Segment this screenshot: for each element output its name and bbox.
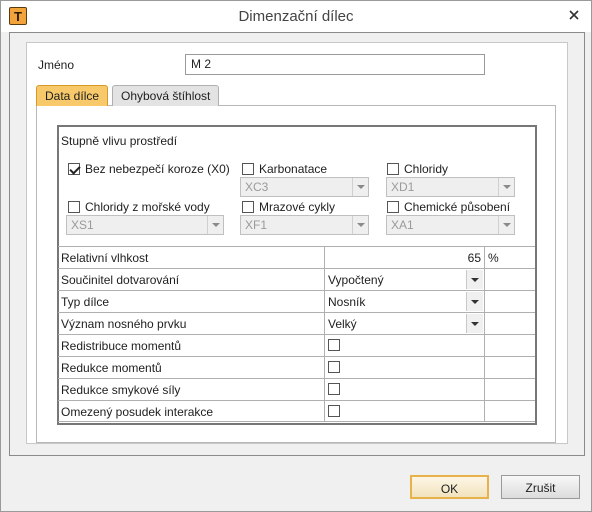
checkbox-karbonatace[interactable] [242, 163, 254, 175]
env-karbonatace[interactable]: Karbonatace [242, 162, 327, 176]
importance-select[interactable]: Velký [328, 317, 357, 331]
chevron-down-icon[interactable] [466, 314, 483, 333]
row-typ-dilce: Typ dílce Nosník [58, 290, 535, 312]
creep-label: Součinitel dotvarování [61, 273, 180, 287]
select-chemicke[interactable]: XA1 [386, 215, 515, 235]
chevron-down-icon [207, 216, 223, 234]
environment-group-title: Stupně vlivu prostředí [61, 134, 178, 148]
env-mrazove-cykly[interactable]: Mrazové cykly [242, 200, 335, 214]
select-mrazove-cykly[interactable]: XF1 [240, 215, 369, 235]
moment-reduction-label: Redukce momentů [61, 361, 162, 375]
row-soucinitel-dotvarovani: Součinitel dotvarování Vypočtený [58, 268, 535, 290]
env-karbonatace-label: Karbonatace [259, 162, 328, 176]
row-redukce-smykove-sily: Redukce smykové síly [58, 378, 535, 400]
checkbox-omezeny-posudek[interactable] [328, 405, 340, 417]
select-morska-voda[interactable]: XS1 [66, 215, 224, 235]
name-label: Jméno [38, 58, 75, 72]
chevron-down-icon[interactable] [466, 292, 483, 311]
creep-select[interactable]: Vypočtený [328, 273, 384, 287]
chevron-down-icon [498, 178, 514, 196]
select-chloridy-value: XD1 [391, 180, 415, 194]
chevron-down-icon [498, 216, 514, 234]
chevron-down-icon[interactable] [466, 270, 483, 289]
tab-ohybova-stihlost[interactable]: Ohybová štíhlost [112, 85, 220, 106]
row-redistribuce-momentu: Redistribuce momentů [58, 334, 535, 356]
checkbox-morska-voda[interactable] [68, 201, 80, 213]
checkbox-redistribuce[interactable] [328, 339, 340, 351]
cancel-button[interactable]: Zrušit [501, 475, 580, 499]
checkbox-redukce-smykove-sily[interactable] [328, 383, 340, 395]
humidity-unit: % [488, 251, 499, 265]
ok-button[interactable]: OK [410, 475, 489, 499]
member-type-select[interactable]: Nosník [328, 295, 365, 309]
interaction-check-label: Omezený posudek interakce [61, 405, 214, 419]
env-morska-voda-label: Chloridy z mořské vody [85, 200, 210, 214]
env-chloridy-label: Chloridy [404, 162, 449, 176]
env-morska-voda[interactable]: Chloridy z mořské vody [68, 200, 210, 214]
redistribution-label: Redistribuce momentů [61, 339, 182, 353]
select-karbonatace-value: XC3 [245, 180, 269, 194]
humidity-label: Relativní vlhkost [61, 251, 149, 265]
property-grid: Relativní vlhkost 65 % Součinitel dotvar… [58, 246, 535, 422]
close-icon [569, 9, 579, 23]
env-chemicke-label: Chemické působení [404, 200, 511, 214]
select-karbonatace[interactable]: XC3 [240, 177, 369, 197]
checkbox-x0[interactable] [68, 163, 80, 175]
close-button[interactable] [565, 7, 583, 25]
chevron-down-icon [352, 178, 368, 196]
env-x0-label: Bez nebezpečí koroze (X0) [85, 162, 230, 176]
select-mrazove-cykly-value: XF1 [245, 218, 268, 232]
row-relativni-vlhkost: Relativní vlhkost 65 % [58, 246, 535, 268]
humidity-input[interactable]: 65 [326, 251, 481, 265]
row-omezeny-posudek: Omezený posudek interakce [58, 400, 535, 422]
importance-label: Význam nosného prvku [61, 317, 187, 331]
tab-data-dilce[interactable]: Data dílce [36, 85, 109, 106]
select-chemicke-value: XA1 [391, 218, 414, 232]
window-title: Dimenzační dílec [238, 8, 354, 25]
select-chloridy[interactable]: XD1 [386, 177, 515, 197]
checkbox-mrazove-cykly[interactable] [242, 201, 254, 213]
select-morska-voda-value: XS1 [71, 218, 94, 232]
env-x0[interactable]: Bez nebezpečí koroze (X0) [68, 162, 230, 176]
env-chloridy[interactable]: Chloridy [387, 162, 448, 176]
shear-reduction-label: Redukce smykové síly [61, 383, 181, 397]
checkbox-redukce-momentu[interactable] [328, 361, 340, 373]
row-vyznam-nosneho-prvku: Význam nosného prvku Velký [58, 312, 535, 334]
title-bar: T Dimenzační dílec [1, 1, 591, 32]
checkbox-chloridy[interactable] [387, 163, 399, 175]
row-redukce-momentu: Redukce momentů [58, 356, 535, 378]
env-mrazove-cykly-label: Mrazové cykly [259, 200, 336, 214]
chevron-down-icon [352, 216, 368, 234]
env-chemicke[interactable]: Chemické působení [387, 200, 510, 214]
member-type-label: Typ dílce [61, 295, 110, 309]
checkbox-chemicke[interactable] [387, 201, 399, 213]
name-input[interactable]: M 2 [185, 54, 485, 75]
